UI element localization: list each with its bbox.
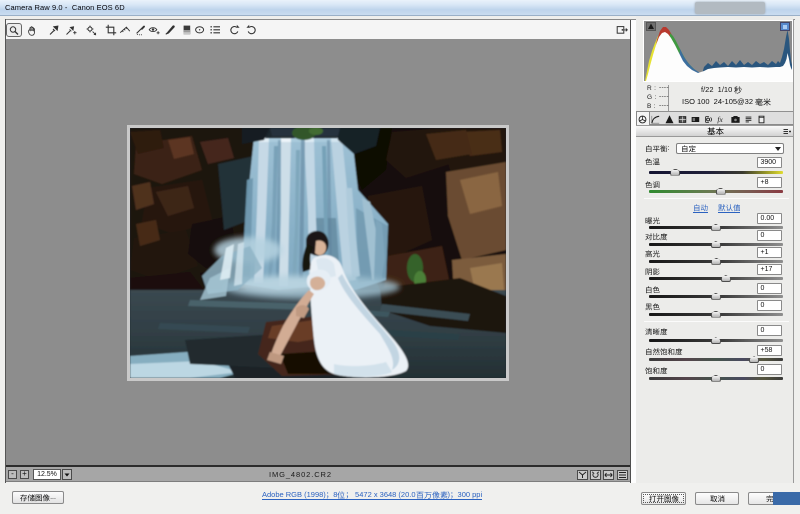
svg-text:fx: fx — [718, 115, 724, 124]
